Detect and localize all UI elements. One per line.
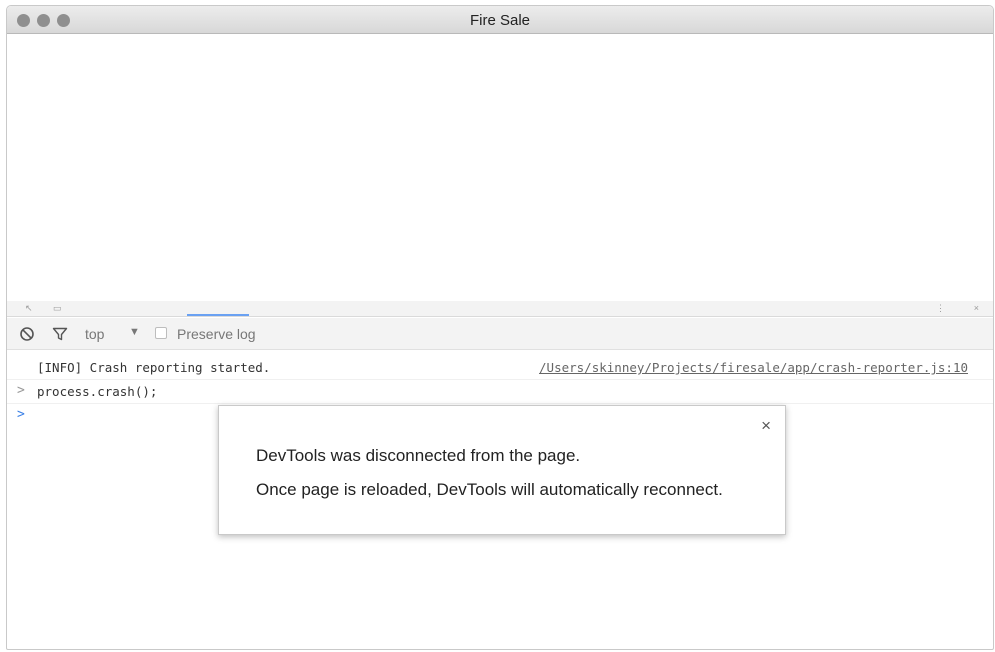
console-toolbar: top ▼ Preserve log [7,318,993,350]
active-tab-indicator[interactable] [187,314,249,316]
dialog-message: DevTools was disconnected from the page. [256,446,581,465]
dropdown-arrow-icon[interactable]: ▼ [129,326,140,338]
window-title: Fire Sale [469,12,531,29]
console-input-history: > process.crash(); [7,380,993,404]
devtools-tab-bar: ↖ ▭ ⋮ × [7,301,993,317]
filter-icon[interactable] [52,326,68,342]
prompt-chevron-icon: > [17,407,25,422]
context-selector[interactable]: top [85,326,104,342]
more-options-icon[interactable]: ⋮ [936,304,945,313]
preserve-log-checkbox[interactable] [155,327,167,339]
disconnected-dialog: × DevTools was disconnected from the pag… [218,405,786,535]
close-icon[interactable]: × [761,416,771,436]
console-command-text: process.crash(); [37,384,158,399]
inspect-element-icon[interactable]: ↖ [25,304,33,313]
device-toolbar-icon[interactable]: ▭ [53,304,62,313]
dialog-reconnect-message: Once page is reloaded, DevTools will aut… [256,480,723,499]
title-bar: Fire Sale [7,6,993,34]
devtools-close-icon[interactable]: × [974,304,979,313]
console-message: [INFO] Crash reporting started. /Users/s… [7,356,993,380]
chevron-right-icon: > [17,383,25,398]
app-window: Fire Sale ↖ ▭ ⋮ × top ▼ Preserve log [IN… [6,5,994,650]
console-message-text: [INFO] Crash reporting started. [37,360,271,375]
preserve-log-label: Preserve log [177,326,256,342]
clear-console-icon[interactable] [19,326,35,342]
console-source-link[interactable]: /Users/skinney/Projects/firesale/app/cra… [539,360,968,375]
page-content [7,34,993,304]
